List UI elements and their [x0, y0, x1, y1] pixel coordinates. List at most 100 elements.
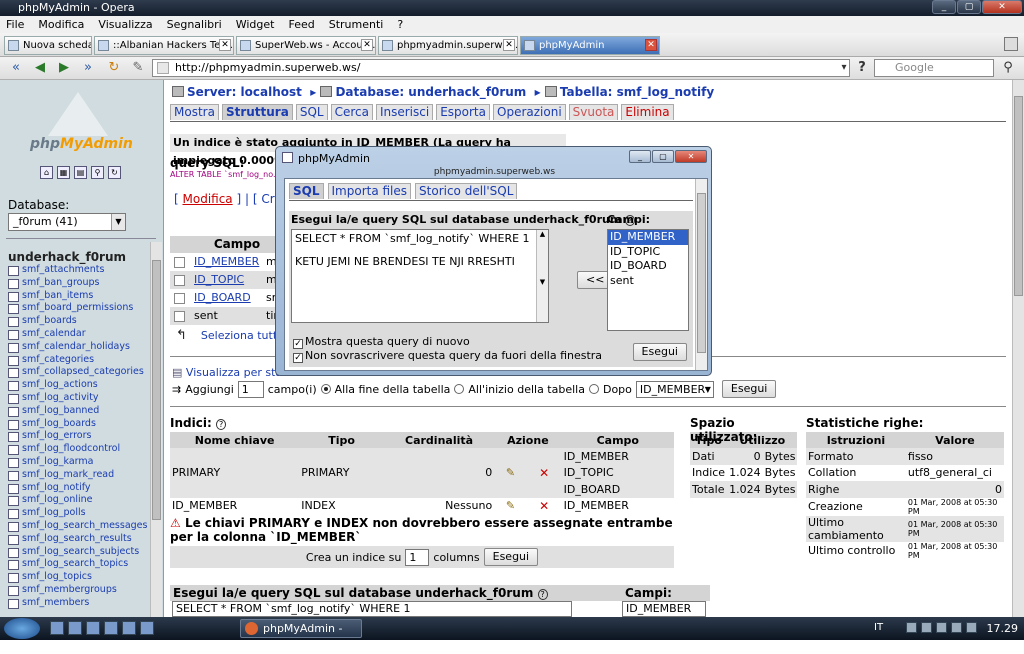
tab-esporta[interactable]: Esporta: [436, 104, 490, 120]
show-query-again-checkbox[interactable]: ✓ Mostra questa query di nuovo: [293, 335, 470, 349]
menu-widget[interactable]: Widget: [236, 18, 275, 31]
sidebar-table-item[interactable]: smf_members: [8, 597, 150, 610]
sidebar-table-item[interactable]: smf_log_search_results: [8, 533, 150, 546]
row-checkbox[interactable]: [174, 293, 185, 304]
breadcrumb-database[interactable]: Database: underhack_f0rum: [335, 85, 526, 99]
search-icon[interactable]: ⚲: [91, 166, 104, 179]
tab-elimina[interactable]: Elimina: [621, 104, 674, 120]
trash-icon[interactable]: [1004, 37, 1018, 51]
popup-tab-import[interactable]: Importa files: [327, 183, 412, 199]
sidebar-table-item[interactable]: smf_ban_items: [8, 290, 150, 303]
battery-icon[interactable]: [966, 622, 977, 633]
fields-list-item[interactable]: ID_MEMBER: [622, 601, 706, 617]
no-overwrite-checkbox[interactable]: ✓ Non sovrascrivere questa query da fuori…: [293, 349, 602, 363]
scrollbar-thumb[interactable]: [697, 193, 706, 353]
edit-icon[interactable]: ✎: [128, 60, 148, 77]
reload-icon[interactable]: ↻: [108, 166, 121, 179]
terminal-icon[interactable]: [140, 621, 154, 635]
taskbar-opera[interactable]: phpMyAdmin - Ope...: [240, 619, 362, 652]
info-icon[interactable]: ?: [215, 419, 227, 430]
delete-x-icon[interactable]: ✕: [526, 448, 562, 498]
desktop-icon[interactable]: [50, 621, 64, 635]
start-button[interactable]: [4, 618, 40, 639]
tab-new[interactable]: Nuova scheda: [4, 36, 92, 55]
sidebar-table-item[interactable]: smf_boards: [8, 315, 150, 328]
create-index-button[interactable]: Esegui: [483, 548, 539, 566]
forward-icon[interactable]: ▶: [54, 60, 74, 77]
add-count-input[interactable]: 1: [237, 380, 264, 398]
phpmyadmin-logo[interactable]: phpMyAdmin: [8, 88, 148, 156]
tab-close-icon[interactable]: ✕: [219, 39, 231, 51]
menu-visualizza[interactable]: Visualizza: [98, 18, 152, 31]
home-icon[interactable]: ⌂: [40, 166, 53, 179]
modify-link[interactable]: Modifica: [183, 192, 233, 206]
maximize-button[interactable]: ▢: [652, 150, 674, 163]
tab-mostra[interactable]: Mostra: [170, 104, 219, 120]
sidebar-table-item[interactable]: smf_log_search_topics: [8, 558, 150, 571]
reload-icon[interactable]: ↻: [104, 60, 124, 77]
popup-tab-history[interactable]: Storico dell'SQL: [415, 183, 518, 199]
close-button[interactable]: ✕: [675, 150, 707, 163]
tab-svuota[interactable]: Svuota: [568, 104, 619, 120]
field-option[interactable]: ID_BOARD: [608, 259, 688, 274]
sidebar-table-item[interactable]: smf_log_search_subjects: [8, 546, 150, 559]
minimize-button[interactable]: _: [932, 0, 956, 14]
sidebar-table-item[interactable]: smf_log_activity: [8, 392, 150, 405]
tab-close-icon[interactable]: ✕: [645, 39, 657, 51]
sidebar-table-item[interactable]: smf_log_mark_read: [8, 469, 150, 482]
delete-x-icon[interactable]: ✕: [527, 498, 562, 515]
sidebar-table-item[interactable]: smf_log_online: [8, 494, 150, 507]
media-icon[interactable]: [122, 621, 136, 635]
menu-strumenti[interactable]: Strumenti: [329, 18, 384, 31]
tab-struttura[interactable]: Struttura: [221, 104, 293, 120]
radio-end[interactable]: [320, 384, 331, 394]
popup-sql-textarea[interactable]: SELECT * FROM `smf_log_notify` WHERE 1 K…: [291, 229, 549, 323]
info-icon[interactable]: ?: [537, 589, 548, 600]
sidebar-table-item[interactable]: smf_log_banned: [8, 405, 150, 418]
breadcrumb-server[interactable]: Server: localhost: [187, 85, 302, 99]
language-indicator[interactable]: IT: [874, 622, 883, 633]
sidebar-table-item[interactable]: smf_log_notify: [8, 482, 150, 495]
select-all-link[interactable]: ↰ Seleziona tutti: [176, 328, 280, 343]
left-scrollbar[interactable]: [150, 242, 162, 617]
main-scrollbar[interactable]: [1012, 80, 1024, 617]
textarea-scrollbar[interactable]: ▲ ▼: [536, 230, 548, 322]
field-name[interactable]: ID_BOARD: [194, 291, 251, 304]
sidebar-table-item[interactable]: smf_log_actions: [8, 379, 150, 392]
shield-icon[interactable]: [906, 622, 917, 633]
field-option[interactable]: sent: [608, 274, 688, 289]
sidebar-table-item[interactable]: smf_log_topics: [8, 571, 150, 584]
scrollbar-thumb[interactable]: [1014, 96, 1023, 296]
fast-forward-icon[interactable]: »: [78, 60, 98, 77]
sidebar-table-item[interactable]: smf_membergroups: [8, 584, 150, 597]
row-checkbox[interactable]: [174, 275, 185, 286]
docs-icon[interactable]: ▤: [74, 166, 87, 179]
menu-help[interactable]: ?: [397, 18, 403, 31]
field-option[interactable]: ID_MEMBER: [608, 230, 688, 245]
after-field-select[interactable]: ID_MEMBER ▼: [635, 380, 714, 398]
folder-icon[interactable]: [86, 621, 100, 635]
tab-phpmyadmin-superweb[interactable]: phpmyadmin.superwe... ✕: [378, 36, 518, 55]
field-name[interactable]: ID_TOPIC: [194, 273, 244, 286]
tab-albanian[interactable]: ::Albanian Hackers Tea... ✕: [94, 36, 234, 55]
sync-icon[interactable]: [936, 622, 947, 633]
search-input[interactable]: Google: [874, 59, 994, 77]
tab-close-icon[interactable]: ✕: [361, 39, 373, 51]
edit-pencil-icon[interactable]: ✎: [494, 498, 527, 515]
sidebar-table-item[interactable]: smf_log_search_messages: [8, 520, 150, 533]
row-checkbox[interactable]: [174, 257, 185, 268]
breadcrumb-table[interactable]: Tabella: smf_log_notify: [560, 85, 714, 99]
popup-fields-list[interactable]: ID_MEMBER ID_TOPIC ID_BOARD sent: [607, 229, 689, 331]
dropdown-icon[interactable]: ▾: [834, 60, 854, 77]
sidebar-table-item[interactable]: smf_calendar: [8, 328, 150, 341]
scrollbar-thumb[interactable]: [152, 260, 161, 520]
sidebar-table-item[interactable]: smf_log_floodcontrol: [8, 443, 150, 456]
field-name[interactable]: ID_MEMBER: [194, 255, 259, 268]
popup-scrollbar[interactable]: [695, 179, 707, 370]
popup-submit-button[interactable]: Esegui: [632, 343, 687, 361]
sidebar-table-item[interactable]: smf_log_karma: [8, 456, 150, 469]
db-select[interactable]: _f0rum (41) ▼: [8, 213, 126, 231]
sidebar-table-item[interactable]: smf_log_boards: [8, 418, 150, 431]
sidebar-table-item[interactable]: smf_ban_groups: [8, 277, 150, 290]
sidebar-table-item[interactable]: smf_log_errors: [8, 430, 150, 443]
